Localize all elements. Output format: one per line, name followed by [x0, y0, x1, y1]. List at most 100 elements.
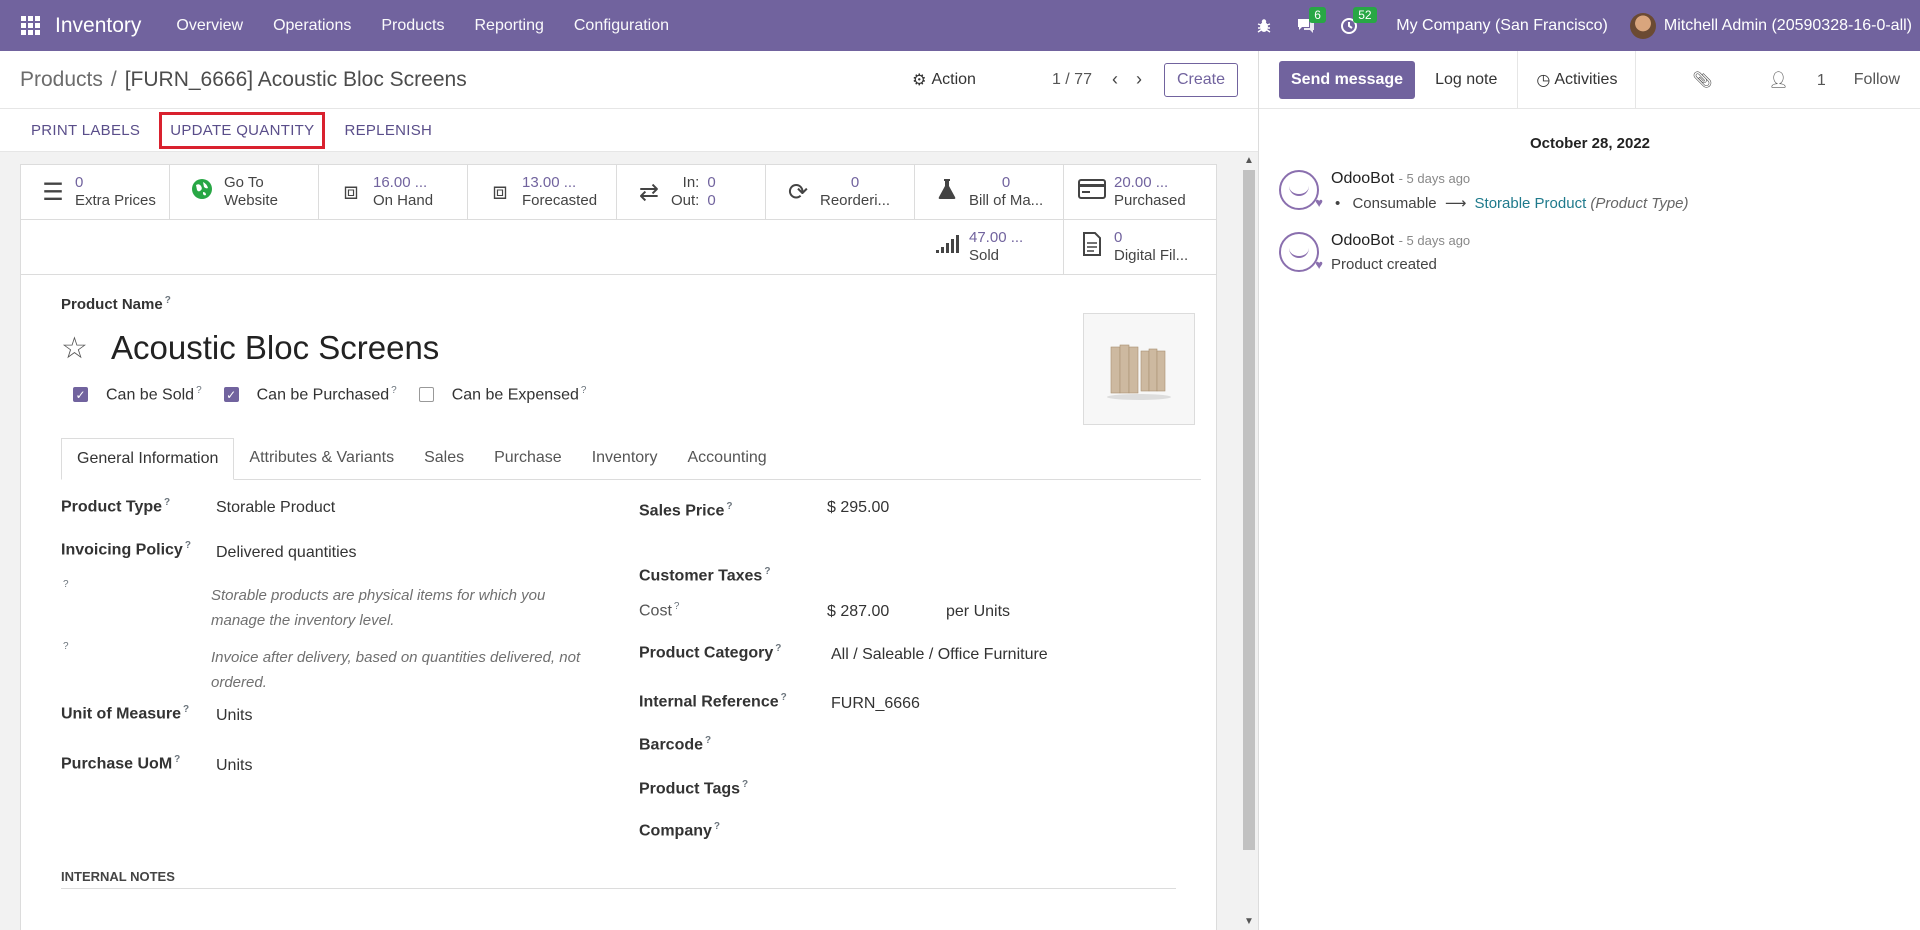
cost-input[interactable]: $ 287.00	[827, 603, 889, 621]
digital-label: Digital Fil...	[1114, 247, 1189, 264]
can-be-sold-label: Can be Sold?	[106, 385, 202, 404]
on-hand-value: 16.00 ...	[373, 174, 428, 191]
message-author[interactable]: OdooBot	[1331, 170, 1394, 187]
digital-files-button[interactable]: 0 Digital Fil...	[1064, 220, 1217, 275]
credit-card-icon	[1076, 178, 1108, 206]
product-image[interactable]	[1083, 313, 1195, 425]
send-message-button[interactable]: Send message	[1279, 60, 1416, 99]
tracking-field-name: (Product Type)	[1590, 195, 1689, 212]
internal-reference-input[interactable]: FURN_6666	[831, 695, 920, 713]
purchase-uom-input[interactable]: Units	[216, 757, 252, 775]
odoobot-avatar[interactable]: ♥	[1279, 232, 1323, 272]
pager-next-icon[interactable]: ›	[1136, 69, 1142, 90]
reordering-button[interactable]: ⟳ 0 Reorderi...	[766, 165, 915, 220]
replenish-button[interactable]: REPLENISH	[335, 114, 441, 147]
pager-previous-icon[interactable]: ‹	[1112, 69, 1118, 90]
forecasted-label: Forecasted	[522, 192, 598, 209]
arrow-right-icon: ⟶	[1444, 195, 1467, 212]
message-author[interactable]: OdooBot	[1331, 232, 1394, 249]
tab-inventory[interactable]: Inventory	[577, 438, 673, 479]
status-bar: PRINT LABELS UPDATE QUANTITY REPLENISH	[0, 109, 1258, 152]
out-label: Out:	[671, 192, 700, 209]
odoobot-avatar[interactable]: ♥	[1279, 170, 1323, 210]
chatter-panel: Send message Log note ◷ Activities 📎︎ 👤︎…	[1258, 50, 1920, 930]
menu-reporting[interactable]: Reporting	[474, 17, 543, 35]
can-be-expensed-checkbox[interactable]	[418, 387, 434, 403]
log-note-button[interactable]: Log note	[1435, 61, 1497, 99]
go-to-website-button[interactable]: Go To Website	[170, 165, 319, 220]
can-be-sold-checkbox[interactable]: ✓	[73, 387, 88, 403]
user-icon: 👤︎	[1768, 71, 1789, 89]
in-out-button[interactable]: ⇄ In: 0 Out: 0	[617, 165, 766, 220]
list-icon: ☰	[42, 178, 64, 206]
paperclip-icon[interactable]: 📎︎	[1692, 70, 1712, 90]
internal-notes-header: INTERNAL NOTES	[61, 869, 1176, 889]
sales-price-input[interactable]: $ 295.00	[827, 499, 889, 517]
favorite-star-icon[interactable]: ☆	[61, 331, 88, 366]
print-labels-button[interactable]: PRINT LABELS	[22, 114, 149, 147]
product-type-select[interactable]: Storable Product	[216, 499, 335, 517]
on-hand-label: On Hand	[373, 192, 434, 209]
extra-prices-button[interactable]: ☰ 0 Extra Prices	[21, 165, 170, 220]
follow-button[interactable]: Follow	[1854, 71, 1900, 89]
uom-label: Unit of Measure?	[61, 704, 190, 723]
apps-menu-icon[interactable]	[21, 15, 41, 36]
purchased-label: Purchased	[1114, 192, 1186, 209]
debug-bug-icon[interactable]	[1256, 18, 1272, 34]
activity-clock-icon[interactable]: 52	[1340, 6, 1377, 35]
menu-products[interactable]: Products	[381, 17, 444, 35]
form-sheet: ☰ 0 Extra Prices Go To Website ⧈ 16.00 ...…	[20, 164, 1217, 930]
company-switcher[interactable]: My Company (San Francisco)	[1396, 17, 1608, 35]
followers-button[interactable]: 👤︎ 1	[1741, 70, 1826, 90]
breadcrumb-products[interactable]: Products	[20, 68, 103, 91]
tab-attributes-variants[interactable]: Attributes & Variants	[234, 438, 409, 479]
forecasted-button[interactable]: ⧈ 13.00 ... Forecasted	[468, 165, 617, 220]
tab-purchase[interactable]: Purchase	[479, 438, 577, 479]
file-icon	[1076, 231, 1108, 263]
sales-price-label: Sales Price?	[639, 501, 733, 520]
website-value: Go To	[224, 174, 264, 191]
tab-general-information[interactable]: General Information	[61, 438, 235, 480]
control-panel: Products / [FURN_6666] Acoustic Bloc Scree…	[0, 51, 1258, 109]
on-hand-button[interactable]: ⧈ 16.00 ... On Hand	[319, 165, 468, 220]
in-value: 0	[707, 174, 716, 191]
product-name-input[interactable]: Acoustic Bloc Screens	[111, 329, 439, 367]
pager-value[interactable]: 1 / 77	[1052, 71, 1092, 89]
activities-button[interactable]: ◷ Activities	[1517, 50, 1637, 109]
invoicing-policy-select[interactable]: Delivered quantities	[216, 544, 357, 562]
uom-input[interactable]: Units	[216, 707, 252, 725]
bill-of-materials-button[interactable]: 0 Bill of Ma...	[915, 165, 1064, 220]
action-menu-button[interactable]: ⚙ Action	[912, 70, 976, 90]
product-category-label: Product Category?	[639, 643, 782, 662]
tab-sales[interactable]: Sales	[409, 438, 479, 479]
menu-overview[interactable]: Overview	[176, 17, 243, 35]
message-time: - 5 days ago	[1398, 233, 1471, 248]
globe-icon	[186, 178, 218, 207]
form-notebook-tabs: General Information Attributes & Variant…	[61, 438, 1201, 480]
product-category-input[interactable]: All / Saleable / Office Furniture	[831, 646, 1048, 664]
update-quantity-button[interactable]: UPDATE QUANTITY	[159, 111, 326, 149]
main-form-area: Products / [FURN_6666] Acoustic Bloc Scree…	[0, 51, 1258, 930]
form-scrollbar[interactable]: ▲ ▼	[1240, 152, 1258, 930]
user-menu[interactable]: Mitchell Admin (20590328-16-0-all)	[1664, 17, 1912, 35]
purchased-button[interactable]: 20.00 ... Purchased	[1064, 165, 1217, 220]
cubes-icon: ⧈	[492, 178, 508, 205]
chat-bubbles-icon[interactable]: 6	[1296, 6, 1326, 35]
menu-configuration[interactable]: Configuration	[574, 17, 669, 35]
refresh-icon: ⟳	[787, 178, 809, 206]
menu-operations[interactable]: Operations	[273, 17, 351, 35]
exchange-arrows-icon: ⇄	[638, 178, 660, 206]
tab-accounting[interactable]: Accounting	[673, 438, 782, 479]
can-be-purchased-checkbox[interactable]: ✓	[223, 387, 239, 403]
internal-reference-label: Internal Reference?	[639, 692, 787, 711]
create-button[interactable]: Create	[1163, 62, 1238, 97]
sold-button[interactable]: 47.00 ... Sold	[915, 220, 1064, 275]
purchase-uom-label: Purchase UoM?	[61, 754, 181, 773]
cubes-icon: ⧈	[343, 178, 359, 205]
form-sheet-background: ☰ 0 Extra Prices Go To Website ⧈ 16.00 ...…	[0, 152, 1240, 930]
user-avatar[interactable]	[1629, 12, 1656, 39]
product-tags-label: Product Tags?	[639, 779, 749, 798]
in-label: In:	[682, 174, 700, 191]
top-navbar: Inventory Overview Operations Products R…	[0, 0, 1920, 51]
app-brand[interactable]: Inventory	[55, 14, 141, 38]
